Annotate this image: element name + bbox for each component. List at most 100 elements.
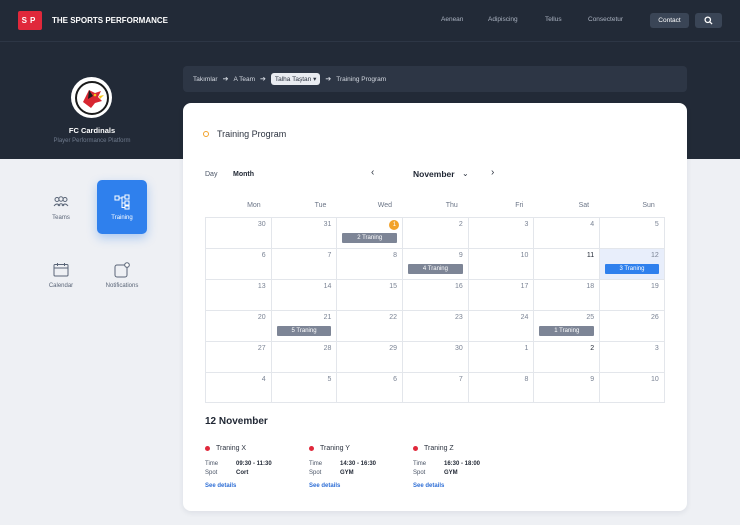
- calendar-week-row: 4 5 6 7 8 9 10: [205, 372, 665, 403]
- day-number: 14: [323, 283, 332, 290]
- calendar-day-cell[interactable]: 16: [402, 280, 468, 310]
- day-number: 15: [389, 283, 398, 290]
- previous-month-button[interactable]: ‹: [371, 167, 374, 178]
- day-number: 19: [651, 283, 659, 290]
- calendar-day-cell[interactable]: 6: [205, 249, 271, 279]
- day-number: 16: [454, 283, 463, 290]
- sidebar-item-notifications[interactable]: Notifications: [97, 248, 147, 302]
- calendar-day-cell[interactable]: 31: [270, 218, 337, 248]
- breadcrumb-item-team[interactable]: A Team: [233, 76, 255, 83]
- day-number: 1: [524, 345, 529, 352]
- calendar-day-cell[interactable]: 1: [467, 342, 534, 372]
- nav-link-aenean[interactable]: Aenean: [441, 16, 463, 23]
- weekday-label: Wed: [377, 202, 393, 209]
- calendar-day-cell[interactable]: 2: [533, 342, 599, 372]
- training-event-chip[interactable]: 3 Traning: [605, 264, 659, 274]
- day-number: 18: [586, 283, 595, 290]
- brand-logo[interactable]: SP THE SPORTS PERFORMANCE: [18, 11, 168, 30]
- next-month-button[interactable]: ›: [491, 167, 494, 178]
- training-event-chip[interactable]: 4 Traning: [408, 264, 463, 274]
- sidebar-item-training[interactable]: Training: [97, 180, 147, 234]
- calendar-day-cell[interactable]: 5: [599, 218, 665, 248]
- calendar-day-cell[interactable]: 8: [336, 249, 402, 279]
- calendar-day-cell[interactable]: 2: [402, 218, 468, 248]
- calendar-day-cell[interactable]: 15: [336, 280, 402, 310]
- calendar-day-cell[interactable]: 11: [533, 249, 599, 279]
- day-number: 6: [393, 376, 398, 383]
- spot-value: Cort: [236, 470, 249, 476]
- card-title: Training Program: [203, 129, 286, 139]
- sidebar-item-label: Training: [111, 214, 133, 221]
- nav-link-adipiscing[interactable]: Adipiscing: [488, 16, 518, 23]
- calendar-day-cell[interactable]: 23: [402, 311, 468, 341]
- calendar-day-cell[interactable]: 10: [467, 249, 534, 279]
- nav-link-consectetur[interactable]: Consectetur: [588, 16, 623, 23]
- calendar-day-cell[interactable]: 4: [533, 218, 599, 248]
- calendar-day-cell[interactable]: 30: [402, 342, 468, 372]
- training-time-row: Time 16:30 - 18:00: [413, 461, 503, 467]
- training-event-chip[interactable]: 1 Traning: [539, 326, 595, 336]
- calendar-week-row: 20 21 5 Traning 22 23 24 25 1 Traning 26: [205, 310, 665, 341]
- calendar-day-cell[interactable]: 20: [205, 311, 271, 341]
- calendar-day-cell[interactable]: 9 4 Traning: [402, 249, 468, 279]
- teams-icon: [52, 194, 70, 210]
- nav-link-tellus[interactable]: Tellus: [545, 16, 562, 23]
- training-summary: Traning Z Time 16:30 - 18:00 Spot GYM See det…: [413, 445, 503, 489]
- calendar-day-cell[interactable]: 14: [270, 280, 337, 310]
- calendar-day-cell[interactable]: 3: [599, 342, 665, 372]
- calendar-day-cell[interactable]: 18: [533, 280, 599, 310]
- calendar-day-cell[interactable]: 9: [533, 373, 599, 402]
- calendar-day-cell[interactable]: 28: [270, 342, 337, 372]
- view-month-tab[interactable]: Month: [233, 171, 254, 178]
- calendar-day-cell[interactable]: 21 5 Traning: [270, 311, 337, 341]
- calendar-day-cell[interactable]: 7: [270, 249, 337, 279]
- calendar-day-cell[interactable]: 8: [467, 373, 534, 402]
- see-details-link[interactable]: See details: [205, 483, 295, 489]
- sidebar-item-teams[interactable]: Teams: [36, 180, 86, 234]
- search-button[interactable]: [695, 13, 722, 28]
- calendar-day-cell[interactable]: 19: [599, 280, 665, 310]
- see-details-link[interactable]: See details: [309, 483, 399, 489]
- calendar-day-cell[interactable]: 7: [402, 373, 468, 402]
- spot-label: Spot: [205, 470, 218, 476]
- month-label[interactable]: November: [413, 169, 455, 179]
- calendar-day-cell[interactable]: 26: [599, 311, 665, 341]
- day-number: 10: [651, 376, 659, 383]
- calendar-day-cell[interactable]: 29: [336, 342, 402, 372]
- sidebar-item-calendar[interactable]: Calendar: [36, 248, 86, 302]
- calendar-day-cell[interactable]: 3: [467, 218, 534, 248]
- contact-button[interactable]: Contact: [650, 13, 689, 28]
- calendar-day-cell[interactable]: 22: [336, 311, 402, 341]
- calendar-day-cell[interactable]: 6: [336, 373, 402, 402]
- weekday-header: Mon Tue Wed Thu Fri Sat Sun: [205, 202, 665, 217]
- training-icon: [113, 194, 131, 210]
- calendar-day-cell[interactable]: 112 Traning: [336, 218, 402, 248]
- calendar-day-cell[interactable]: 25 1 Traning: [533, 311, 599, 341]
- calendar-day-cell[interactable]: 5: [270, 373, 337, 402]
- calendar-day-cell[interactable]: 17: [467, 280, 534, 310]
- day-number: 9: [590, 376, 595, 383]
- day-number: 2: [590, 345, 595, 352]
- day-number: 28: [323, 345, 332, 352]
- calendar-day-cell[interactable]: 10: [599, 373, 665, 402]
- calendar-day-cell[interactable]: 12 3 Traning: [599, 249, 665, 279]
- training-event-chip[interactable]: 2 Traning: [342, 233, 398, 243]
- time-label: Time: [413, 461, 427, 467]
- spot-label: Spot: [309, 470, 322, 476]
- see-details-link[interactable]: See details: [413, 483, 503, 489]
- calendar-day-cell[interactable]: 13: [205, 280, 271, 310]
- calendar-day-cell[interactable]: 24: [467, 311, 534, 341]
- day-number: 26: [651, 314, 659, 321]
- calendar-day-cell[interactable]: 27: [205, 342, 271, 372]
- breadcrumb-item-teams[interactable]: Takımlar: [193, 76, 218, 83]
- view-day-tab[interactable]: Day: [205, 171, 217, 178]
- calendar-day-cell[interactable]: 4: [205, 373, 271, 402]
- training-event-chip[interactable]: 5 Traning: [276, 326, 332, 336]
- calendar-day-cell[interactable]: 30: [205, 218, 271, 248]
- arrow-right-icon: ➔: [222, 76, 229, 83]
- player-select[interactable]: Talha Taştan ▾: [270, 73, 321, 85]
- chevron-down-icon[interactable]: ⌄: [462, 169, 469, 178]
- day-number: 29: [389, 345, 398, 352]
- calendar-week-row: 3031112 Traning2345: [205, 217, 665, 248]
- brand-name: THE SPORTS PERFORMANCE: [52, 16, 169, 25]
